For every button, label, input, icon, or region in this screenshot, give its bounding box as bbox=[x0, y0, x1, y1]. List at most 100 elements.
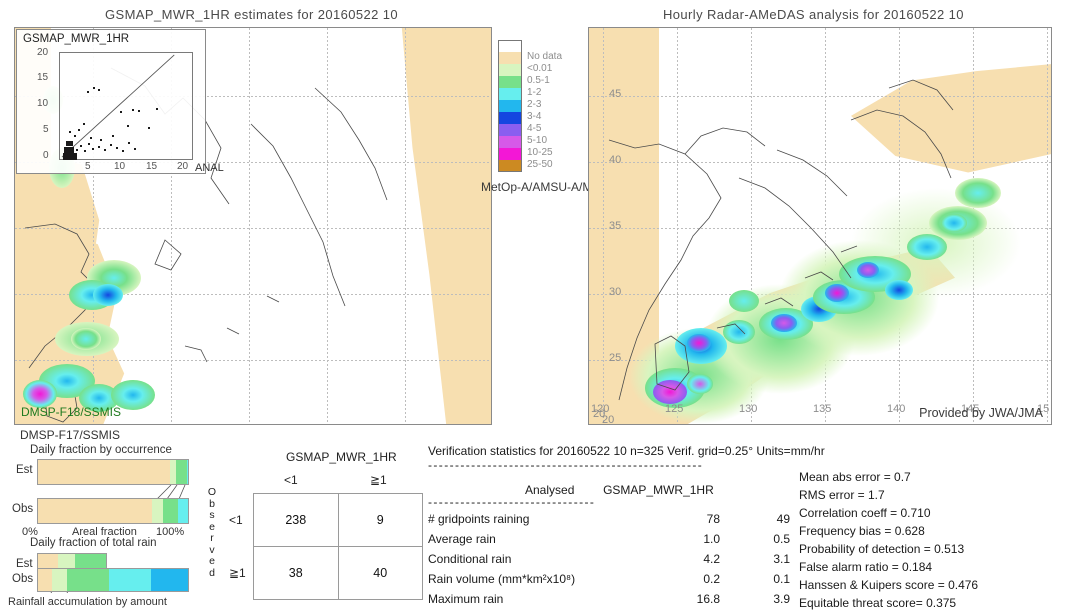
legend-label: 4-5 bbox=[527, 123, 542, 134]
inset-y-tick: 5 bbox=[43, 124, 49, 135]
occurrence-connector-lines bbox=[156, 485, 186, 499]
legend-label: 10-25 bbox=[527, 147, 553, 158]
score-row: Mean abs error = 0.7 bbox=[799, 470, 911, 484]
stat-label: Rain volume (mm*km²x10⁸) bbox=[428, 572, 576, 586]
lat-tick: 40 bbox=[609, 154, 622, 166]
bar-segment bbox=[51, 569, 67, 591]
inset-x-label: ANAL bbox=[195, 162, 224, 174]
stat-analysed: 16.8 bbox=[696, 592, 720, 606]
left-panel-title: GSMAP_MWR_1HR estimates for 20160522 10 bbox=[105, 7, 399, 22]
table-row: 38 40 bbox=[253, 546, 424, 600]
verification-stats-block: Verification statistics for 20160522 10 … bbox=[428, 444, 825, 478]
stat-label: Conditional rain bbox=[428, 552, 512, 566]
lat-tick: 45 bbox=[609, 88, 622, 100]
inset-y-tick: 10 bbox=[37, 98, 49, 109]
inset-x-tick: 15 bbox=[146, 161, 158, 172]
lat-corner-tick: 20 bbox=[602, 414, 615, 426]
legend-label: 0.5-1 bbox=[527, 75, 550, 86]
bar-segment bbox=[38, 499, 152, 523]
contingency-col-header: ≧1 bbox=[370, 473, 387, 487]
table-cell: 38 bbox=[253, 546, 339, 600]
right-panel-title: Hourly Radar-AMeDAS analysis for 2016052… bbox=[663, 7, 964, 22]
stat-estimate: 0.5 bbox=[773, 532, 790, 546]
verification-rule: ----------------------------------------… bbox=[428, 458, 704, 472]
occurrence-axis-max: 100% bbox=[156, 526, 185, 538]
stat-estimate: 0.1 bbox=[773, 572, 790, 586]
inset-y-tick: 15 bbox=[37, 72, 49, 83]
legend-swatch bbox=[498, 112, 522, 124]
amount-obs-bar bbox=[37, 568, 189, 592]
inset-x-tick: 20 bbox=[177, 161, 189, 172]
stat-estimate: 3.1 bbox=[773, 552, 790, 566]
occurrence-panel-title: Daily fraction by occurrence bbox=[30, 444, 172, 456]
screenshot-root: GSMAP_MWR_1HR estimates for 20160522 10 … bbox=[0, 0, 1080, 612]
legend-entry: 1-2 bbox=[498, 87, 586, 100]
legend-label: 2-3 bbox=[527, 99, 542, 110]
score-row: Correlation coeff = 0.710 bbox=[799, 506, 931, 520]
stat-label: Average rain bbox=[428, 532, 496, 546]
bar-segment bbox=[177, 499, 188, 523]
legend-swatch bbox=[498, 40, 522, 52]
bar-segment bbox=[176, 460, 187, 484]
stat-analysed: 0.2 bbox=[703, 572, 720, 586]
amount-panel-title: Daily fraction of total rain bbox=[30, 537, 157, 549]
legend-swatch bbox=[498, 100, 522, 112]
precip-cell bbox=[23, 380, 57, 408]
stat-estimate: 49 bbox=[776, 512, 790, 526]
contingency-table: 238 9 38 40 bbox=[253, 493, 424, 600]
legend-label: 3-4 bbox=[527, 111, 542, 122]
lon-tick: 140 bbox=[887, 403, 906, 415]
occurrence-est-label: Est bbox=[16, 464, 33, 476]
score-row: Probability of detection = 0.513 bbox=[799, 542, 965, 556]
legend-swatch bbox=[498, 76, 522, 88]
stat-estimate: 3.9 bbox=[773, 592, 790, 606]
score-row: RMS error = 1.7 bbox=[799, 488, 885, 502]
bar-segment bbox=[108, 569, 151, 591]
stat-label: # gridpoints raining bbox=[428, 512, 530, 526]
legend-swatch bbox=[498, 160, 522, 172]
precip-cell bbox=[93, 284, 123, 306]
legend-swatch bbox=[498, 136, 522, 148]
lat-tick: 25 bbox=[609, 352, 622, 364]
occurrence-obs-label: Obs bbox=[12, 503, 34, 515]
stats-sub-rule: ------------------------------- bbox=[428, 495, 596, 509]
legend-entry: 25-50 bbox=[498, 159, 586, 172]
bar-segment bbox=[152, 499, 163, 523]
amount-obs-label: Obs bbox=[12, 573, 34, 585]
bar-segment bbox=[38, 460, 170, 484]
stat-analysed: 4.2 bbox=[703, 552, 720, 566]
contingency-col-header: <1 bbox=[284, 473, 298, 487]
inset-x-tick: 10 bbox=[114, 161, 126, 172]
legend-label: <0.01 bbox=[527, 63, 553, 74]
observed-axis-label: Observed bbox=[207, 486, 217, 579]
bar-segment bbox=[162, 499, 178, 523]
lat-tick: 35 bbox=[609, 220, 622, 232]
stat-analysed: 78 bbox=[706, 512, 720, 526]
score-row: Equitable threat score= 0.375 bbox=[799, 596, 957, 610]
contingency-row-header: <1 bbox=[229, 513, 243, 527]
bar-segment bbox=[66, 569, 109, 591]
table-cell: 238 bbox=[253, 493, 339, 547]
precipitation-color-legend: No data <0.01 0.5-1 1-2 2-3 3-4 4-5 5-10… bbox=[498, 40, 586, 172]
sensor-note-label: MetOp-A/AMSU-A/M bbox=[481, 180, 593, 194]
table-cell: 9 bbox=[337, 493, 424, 547]
lon-tick: 130 bbox=[739, 403, 758, 415]
legend-swatch bbox=[498, 64, 522, 76]
stat-analysed: 1.0 bbox=[703, 532, 720, 546]
radar-amedas-map: 45 40 35 30 25 20 120 125 130 135 140 14… bbox=[588, 27, 1052, 425]
score-row: False alarm ratio = 0.184 bbox=[799, 560, 933, 574]
occurrence-obs-bar bbox=[37, 498, 189, 524]
legend-swatch bbox=[498, 88, 522, 100]
inset-y-tick: 0 bbox=[43, 150, 49, 161]
bar-segment bbox=[150, 569, 188, 591]
inset-title: GSMAP_MWR_1HR bbox=[23, 33, 130, 45]
occurrence-est-bar bbox=[37, 459, 189, 485]
bar-segment bbox=[186, 460, 188, 484]
table-row: 238 9 bbox=[253, 493, 424, 547]
legend-entry: 2-3 bbox=[498, 99, 586, 112]
coastline-overlay-right bbox=[608, 79, 954, 401]
lon-tick: 125 bbox=[665, 403, 684, 415]
provider-label: Provided by JWA/JMA bbox=[919, 406, 1043, 420]
score-row: Hanssen & Kuipers score = 0.476 bbox=[799, 578, 979, 592]
legend-swatch bbox=[498, 52, 522, 64]
